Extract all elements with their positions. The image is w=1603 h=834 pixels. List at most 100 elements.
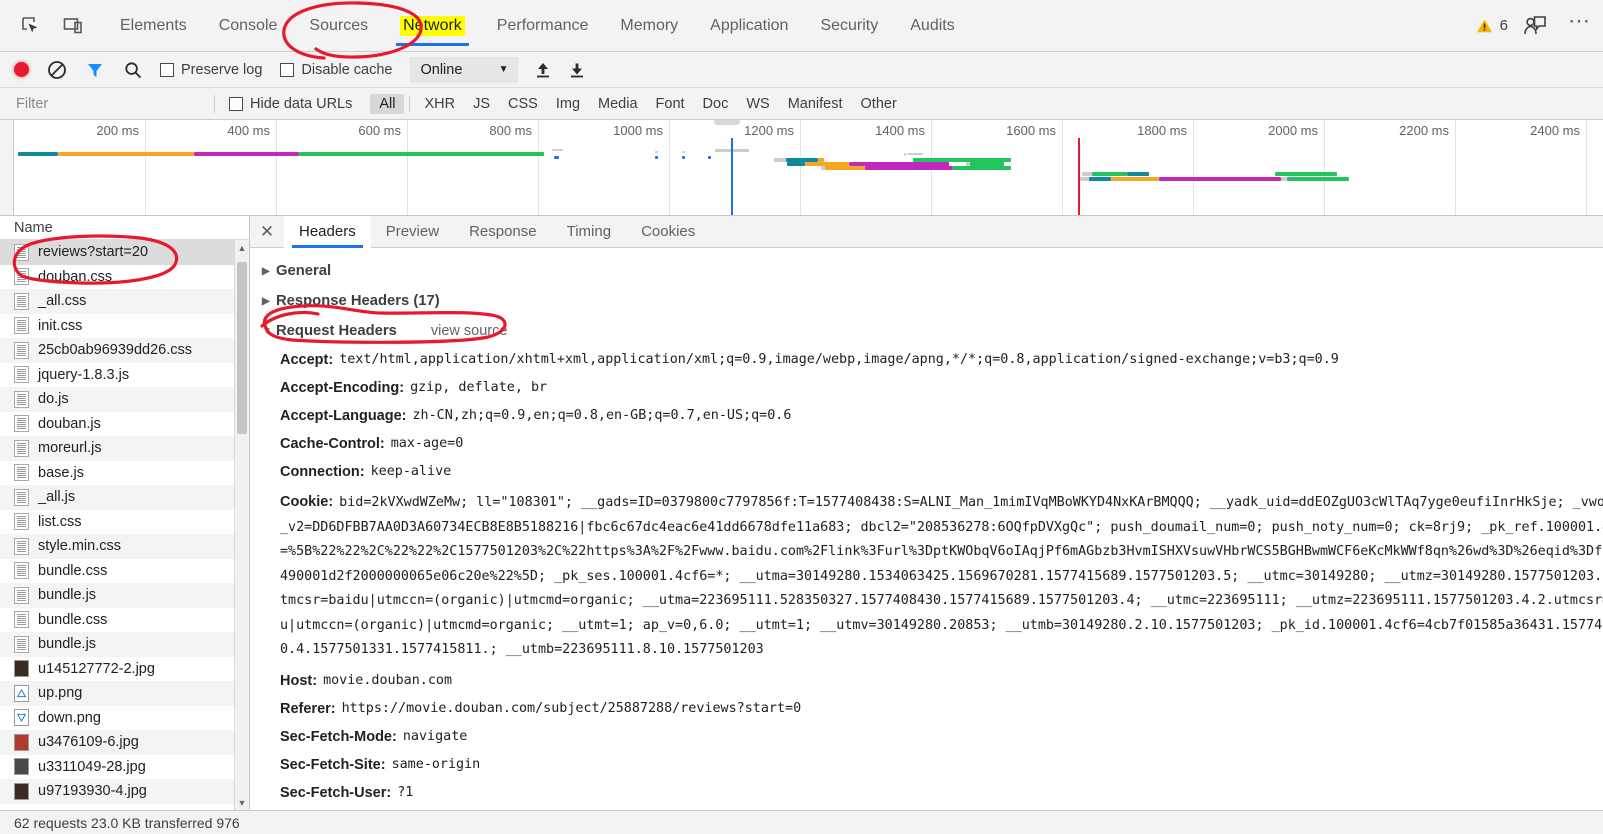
tab-sources[interactable]: Sources: [293, 0, 384, 52]
request-row[interactable]: moreurl.js: [0, 436, 249, 461]
tab-label: Application: [710, 16, 789, 34]
scroll-up-arrow-icon[interactable]: ▲: [235, 240, 249, 255]
tab-console[interactable]: Console: [203, 0, 294, 52]
request-row[interactable]: u145127772-2.jpg: [0, 657, 249, 682]
cookie-value-line: u|utmccn=(organic)|utmcmd=organic; __utm…: [280, 617, 1603, 633]
request-name: u97193930-4.jpg: [38, 783, 147, 800]
request-row[interactable]: bundle.js: [0, 632, 249, 657]
section-request-headers[interactable]: ▼ Request Headers view source: [250, 316, 1603, 346]
tab-audits[interactable]: Audits: [894, 0, 970, 52]
type-filter-media[interactable]: Media: [589, 94, 647, 114]
section-response-headers[interactable]: ▶ Response Headers (17): [250, 286, 1603, 316]
request-row[interactable]: init.css: [0, 314, 249, 339]
header-value: ?1: [397, 784, 414, 800]
hide-data-urls-checkbox[interactable]: Hide data URLs: [229, 96, 352, 112]
filter-input[interactable]: [14, 92, 210, 115]
export-har-icon[interactable]: [564, 57, 590, 83]
throttling-value: Online: [420, 61, 463, 78]
header-row: Host: movie.douban.com: [250, 667, 1603, 695]
request-row[interactable]: u3311049-28.jpg: [0, 755, 249, 780]
image-thumbnail-icon: [14, 782, 29, 800]
request-name: init.css: [38, 317, 83, 334]
view-source-link[interactable]: view source: [431, 323, 508, 339]
warning-counter[interactable]: 6: [1476, 17, 1508, 34]
more-options-kebab-icon[interactable]: ⋯: [1562, 8, 1597, 44]
document-icon: [14, 488, 29, 506]
type-filter-js[interactable]: JS: [464, 94, 499, 114]
section-general[interactable]: ▶ General: [250, 256, 1603, 286]
network-overview[interactable]: 200 ms 400 ms 600 ms 800 ms 1000 ms 1200 ms 14…: [0, 120, 1603, 216]
overview-tick-label: 2400 ms: [1530, 123, 1580, 138]
request-row[interactable]: style.min.css: [0, 534, 249, 559]
request-row[interactable]: jquery-1.8.3.js: [0, 363, 249, 388]
throttling-select[interactable]: Online ▼: [410, 56, 519, 83]
image-thumbnail-icon: [14, 733, 29, 751]
request-row[interactable]: douban.css: [0, 265, 249, 290]
close-icon[interactable]: ✕: [250, 222, 284, 242]
request-row[interactable]: u3476109-6.jpg: [0, 730, 249, 755]
request-row[interactable]: base.js: [0, 461, 249, 486]
type-filter-doc[interactable]: Doc: [694, 94, 738, 114]
device-toolbar-icon[interactable]: [56, 9, 90, 43]
scroll-down-arrow-icon[interactable]: ▼: [235, 795, 249, 810]
request-row[interactable]: list.css: [0, 510, 249, 535]
type-filter-xhr[interactable]: XHR: [415, 94, 464, 114]
tab-memory[interactable]: Memory: [604, 0, 694, 52]
type-filter-font[interactable]: Font: [647, 94, 694, 114]
tab-application[interactable]: Application: [694, 0, 804, 52]
request-list-scrollbar[interactable]: ▲ ▼: [234, 240, 249, 810]
header-name: Host:: [280, 672, 318, 689]
tab-timing[interactable]: Timing: [552, 216, 626, 248]
checkbox-box: [229, 96, 243, 111]
request-row[interactable]: u97193930-4.jpg: [0, 779, 249, 804]
type-filter-ws[interactable]: WS: [737, 94, 778, 114]
tab-security[interactable]: Security: [804, 0, 894, 52]
tab-label: Security: [820, 16, 879, 34]
inspect-element-icon[interactable]: [14, 9, 48, 43]
request-rows[interactable]: reviews?start=20 douban.css _all.css init.c…: [0, 240, 249, 810]
overview-timeline[interactable]: 200 ms 400 ms 600 ms 800 ms 1000 ms 1200 ms 14…: [14, 120, 1603, 215]
type-filter-other[interactable]: Other: [852, 94, 906, 114]
overview-tick-label: 1000 ms: [613, 123, 663, 138]
request-row[interactable]: do.js: [0, 387, 249, 412]
request-row[interactable]: douban.js: [0, 412, 249, 437]
tab-headers[interactable]: Headers: [284, 216, 371, 248]
type-filter-manifest[interactable]: Manifest: [779, 94, 852, 114]
tab-preview[interactable]: Preview: [371, 216, 454, 248]
overview-scroll-handle[interactable]: [714, 120, 740, 125]
overview-request-bar: [1111, 177, 1159, 181]
devtools-window: Elements Console Sources Network Perform…: [0, 0, 1603, 834]
tab-performance[interactable]: Performance: [481, 0, 605, 52]
type-filter-all[interactable]: All: [370, 93, 405, 114]
scrollbar-thumb[interactable]: [237, 262, 247, 434]
record-button[interactable]: [14, 62, 29, 77]
type-filter-img[interactable]: Img: [547, 94, 589, 114]
feedback-person-icon[interactable]: [1518, 9, 1552, 43]
clear-icon[interactable]: [46, 59, 68, 81]
header-row: Accept-Encoding: gzip, deflate, br: [250, 374, 1603, 402]
request-row[interactable]: bundle.css: [0, 559, 249, 584]
request-row[interactable]: _all.css: [0, 289, 249, 314]
tab-network[interactable]: Network: [384, 0, 481, 52]
tab-label: Network: [400, 15, 465, 36]
header-name: Referer:: [280, 700, 336, 717]
import-har-icon[interactable]: [530, 57, 556, 83]
tab-elements[interactable]: Elements: [104, 0, 203, 52]
filter-funnel-icon[interactable]: [84, 59, 106, 81]
request-row[interactable]: _all.js: [0, 485, 249, 510]
preserve-log-checkbox[interactable]: Preserve log: [160, 62, 262, 78]
request-row[interactable]: reviews?start=20: [0, 240, 249, 265]
request-row[interactable]: bundle.css: [0, 608, 249, 633]
search-icon[interactable]: [122, 59, 144, 81]
request-row[interactable]: down.png: [0, 706, 249, 731]
request-name: u3311049-28.jpg: [38, 758, 146, 775]
tab-response[interactable]: Response: [454, 216, 552, 248]
request-row[interactable]: up.png: [0, 681, 249, 706]
disable-cache-checkbox[interactable]: Disable cache: [280, 62, 392, 78]
request-row[interactable]: 25cb0ab96939dd26.css: [0, 338, 249, 363]
header-value: zh-CN,zh;q=0.9,en;q=0.8,en-GB;q=0.7,en-U…: [412, 408, 792, 423]
request-row[interactable]: bundle.js: [0, 583, 249, 608]
tab-cookies[interactable]: Cookies: [626, 216, 710, 248]
document-icon: [14, 611, 29, 629]
type-filter-css[interactable]: CSS: [499, 94, 547, 114]
